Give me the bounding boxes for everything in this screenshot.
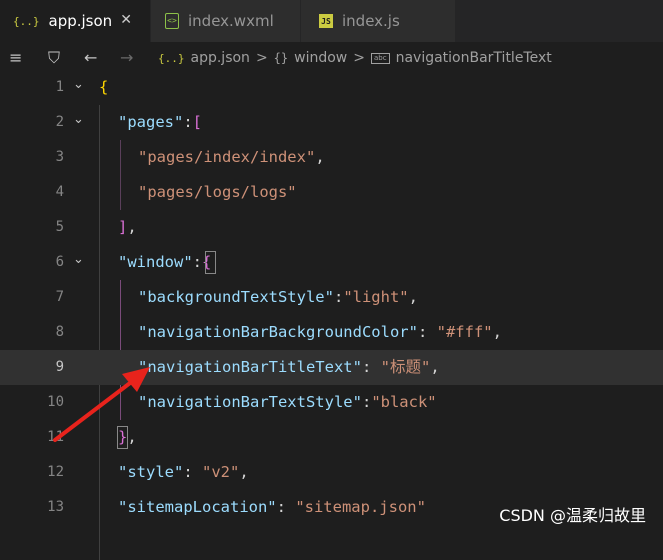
watermark-text: CSDN @温柔归故里 bbox=[499, 506, 646, 525]
annotation-arrow-icon bbox=[53, 367, 150, 442]
